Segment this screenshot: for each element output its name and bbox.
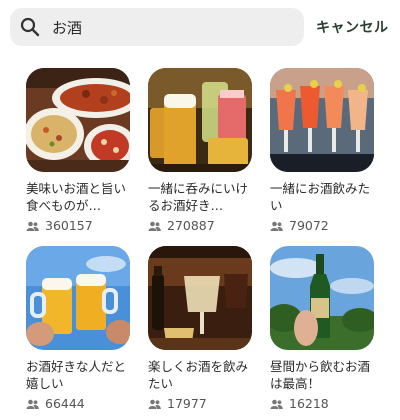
- member-count-value: 360157: [45, 218, 93, 233]
- card-thumbnail-bottle-sky: [270, 246, 374, 350]
- member-count: 360157: [26, 218, 130, 233]
- card-thumbnail-beer-cocktails: [148, 68, 252, 172]
- card-thumbnail-dishes: [26, 68, 130, 172]
- card-title: 楽しくお酒を飲みたい: [148, 359, 249, 391]
- member-count-value: 66444: [45, 396, 85, 411]
- people-icon: [148, 399, 167, 409]
- people-icon: [26, 221, 45, 231]
- result-card[interactable]: 美味いお酒と旨い食べものが… 360157: [26, 68, 130, 233]
- people-icon: [270, 221, 289, 231]
- member-count: 270887: [148, 218, 252, 233]
- member-count: 66444: [26, 396, 130, 411]
- card-title: 一緒にお酒飲みたい: [270, 181, 371, 213]
- card-thumbnail-wine-bar: [148, 246, 252, 350]
- people-icon: [270, 399, 289, 409]
- result-card[interactable]: お酒好きな人だと嬉しい 66444: [26, 246, 130, 411]
- member-count-value: 79072: [289, 218, 329, 233]
- member-count-value: 17977: [167, 396, 207, 411]
- member-count-value: 270887: [167, 218, 215, 233]
- member-count-value: 16218: [289, 396, 329, 411]
- member-count: 16218: [270, 396, 374, 411]
- member-count: 79072: [270, 218, 374, 233]
- people-icon: [26, 399, 45, 409]
- result-card[interactable]: 昼間から飲むお酒は最高！ 16218: [270, 246, 374, 411]
- result-card[interactable]: 楽しくお酒を飲みたい 17977: [148, 246, 252, 411]
- people-icon: [148, 221, 167, 231]
- result-card[interactable]: 一緒にお酒飲みたい 79072: [270, 68, 374, 233]
- card-title: 昼間から飲むお酒は最高！: [270, 359, 371, 391]
- card-thumbnail-cocktails: [270, 68, 374, 172]
- card-thumbnail-beer-toast: [26, 246, 130, 350]
- card-title: お酒好きな人だと嬉しい: [26, 359, 127, 391]
- result-card[interactable]: 一緒に呑みにいけるお酒好き… 270887: [148, 68, 252, 233]
- card-title: 一緒に呑みにいけるお酒好き…: [148, 181, 249, 213]
- card-title: 美味いお酒と旨い食べものが…: [26, 181, 127, 213]
- results-grid: 美味いお酒と旨い食べものが… 360157 一緒に呑みにいけるお酒好き… 270…: [0, 0, 400, 420]
- member-count: 17977: [148, 396, 252, 411]
